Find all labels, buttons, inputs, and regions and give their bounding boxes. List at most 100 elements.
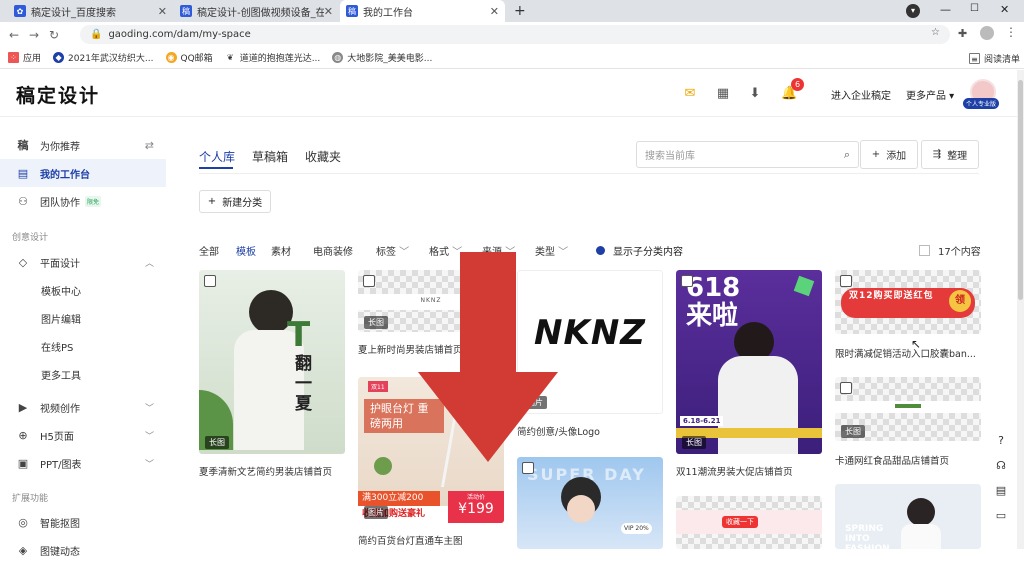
tab-search-icon[interactable]: ▾ [906,4,920,18]
close-icon[interactable]: ✕ [324,5,333,18]
template-card[interactable]: SUPER DAY VIP 20% [517,457,663,549]
document-icon[interactable]: ▤ [992,482,1010,500]
bookmark-item[interactable]: ◍ 大地影院_美美电影... [332,51,432,64]
help-icon[interactable]: ? [992,432,1010,450]
sidebar-item-cutout[interactable]: ◎ 智能抠图 [0,508,166,536]
close-icon[interactable]: ✕ [490,5,499,18]
card-subhead: 翻一夏 [295,354,312,414]
star-icon[interactable]: ☆ [931,27,940,38]
filter-templates[interactable]: 模板 [236,243,256,258]
card-thumbnail: SUPER DAY VIP 20% [517,457,663,549]
show-subcategory-toggle[interactable]: 显示子分类内容 [596,243,683,258]
reload-icon[interactable]: ↻ [44,28,64,42]
tab-drafts[interactable]: 草稿箱 [252,148,288,165]
template-card[interactable]: 收藏一下 [676,496,822,549]
bookmark-item[interactable]: ◉ QQ邮箱 [165,51,213,64]
download-icon[interactable]: ⬇ [747,86,763,102]
forward-icon[interactable]: → [24,28,44,42]
minimize-icon[interactable]: — [940,3,951,16]
chevron-down-icon: ﹀ [396,247,410,258]
page-scrollbar[interactable] [1017,70,1024,549]
sidebar-item-team[interactable]: ⚇ 团队协作 限免 [0,187,166,215]
sidebar-subitem-more-tools[interactable]: 更多工具 [0,360,166,388]
price-value: ¥199 [458,501,494,517]
active-tab-indicator [199,167,233,169]
chevron-down-icon: ﹀ [144,459,154,470]
reading-list[interactable]: ≡ 阅读清单 [968,52,1020,65]
enterprise-link[interactable]: 进入企业稿定 [831,87,891,102]
bookmark-item[interactable]: ❦ 道道的抱抱莲光达... [224,51,320,64]
sidebar-item-workspace[interactable]: ▤ 我的工作台 [0,159,166,187]
bookmark-label: 大地影院_美美电影... [347,54,433,64]
sidebar-item-ppt[interactable]: ▣ PPT/图表 ﹀ [0,449,166,477]
organize-button[interactable]: ⇶ 整理 [921,140,979,169]
sidebar-item-graphic[interactable]: ◇ 平面设计 ︿ [0,248,166,276]
new-category-button[interactable]: + 新建分类 [199,190,271,213]
tab-title: 稿定设计-创图做视频设备_在线设计... [197,7,324,19]
search-icon[interactable]: ⌕ [844,148,850,162]
template-icon [363,275,375,287]
sidebar-item-h5[interactable]: ⊕ H5页面 ﹀ [0,421,166,449]
template-card[interactable]: SPRING INTO FASHION [835,484,981,549]
browser-menu-icon[interactable]: ⋮ [1005,25,1017,39]
chat-icon[interactable]: ▭ [992,507,1010,525]
add-button[interactable]: + 添加 [860,140,918,169]
template-card[interactable]: 618 来啦 6.18-6.21 长图 双11潮流男装大促店铺首页 [676,270,822,480]
sidebar-item-motion[interactable]: ◈ 图键动态 [0,536,166,564]
bookmark-label: 应用 [23,54,42,64]
calendar-icon[interactable]: ▦ [715,86,731,102]
sidebar-item-label: 平面设计 [40,258,80,270]
sidebar-item-video[interactable]: ▶ 视频创作 ﹀ [0,393,166,421]
filter-all[interactable]: 全部 [199,243,219,258]
sidebar-subitem-online-ps[interactable]: 在线PS [0,332,166,360]
notification-badge: 6 [791,78,804,91]
bookmark-item[interactable]: ◆ 2021年武汉纺织大... [53,51,154,64]
browser-tab-baidu[interactable]: ✿ 稿定设计_百度搜索 ✕ [8,0,173,22]
browser-tab-workspace[interactable]: 稿 我的工作台 ✕ [340,0,505,22]
more-products-menu[interactable]: 更多产品 ▾ [906,87,954,102]
scrollbar-thumb[interactable] [1018,80,1023,300]
brand-mark [895,404,921,408]
settings-toggle-icon[interactable]: ⇄ [145,139,154,152]
select-all-checkbox[interactable] [919,245,930,256]
library-search-input[interactable]: 搜索当前库 ⌕ [636,141,859,168]
mail-icon[interactable]: ✉ [682,86,698,102]
sidebar: 稿 为你推荐 ⇄ ▤ 我的工作台 ⚇ 团队协作 限免 创意设计 ◇ 平面设计 ︿… [0,118,166,558]
new-tab-button[interactable]: + [508,0,528,22]
maximize-icon[interactable]: ☐ [970,3,979,14]
card-title: 卡通网红食品甜品店铺首页 [835,456,950,467]
extensions-icon[interactable]: ✚ [958,27,967,40]
filter-ecommerce[interactable]: 电商装修 [313,243,353,258]
window-close-icon[interactable]: ✕ [1000,3,1009,16]
filter-tags-dropdown[interactable]: 标签 ﹀ [376,243,409,258]
type-tag: 长图 [364,316,388,329]
item-count[interactable]: 17个内容 [919,243,981,258]
profile-icon[interactable] [980,26,994,40]
template-card[interactable]: 双12购买即送红包 领 限时满减促销活动入口胶囊ban... [835,270,981,360]
reading-list-label: 阅读清单 [983,55,1020,65]
chevron-down-icon: ﹀ [144,403,154,414]
browser-tab-bar: ✿ 稿定设计_百度搜索 ✕ 稿 稿定设计-创图做视频设备_在线设计... ✕ 稿… [0,0,1024,22]
card-title: 简约百货台灯直通车主图 [358,536,463,547]
headset-icon[interactable]: ☊ [992,457,1010,475]
sidebar-subitem-templates[interactable]: 模板中心 [0,276,166,304]
sidebar-item-label: 为你推荐 [40,141,80,153]
back-icon[interactable]: ← [4,28,24,42]
ppt-icon: ▣ [17,456,29,470]
new-category-label: 新建分类 [222,198,263,209]
template-card[interactable]: T 翻一夏 长图 夏季清新文艺简约男装店铺首页 [199,270,345,480]
tab-favorites[interactable]: 收藏夹 [305,148,341,165]
url-field[interactable]: 🔒 gaoding.com/dam/my-space ☆ [80,25,950,44]
card-headline: SPRING INTO FASHION [845,524,890,549]
card-headline: T [287,315,311,355]
template-card[interactable]: 长图 卡通网红食品甜品店铺首页 [835,377,981,467]
site-logo[interactable]: 稿定设计 [16,81,100,108]
bookmark-apps[interactable]: ⁘ 应用 [8,51,41,64]
banner-text: 收藏一下 [722,516,758,528]
browser-tab-gaoding[interactable]: 稿 稿定设计-创图做视频设备_在线设计... ✕ [174,0,339,22]
filter-materials[interactable]: 素材 [271,243,291,258]
tab-personal-library[interactable]: 个人库 [199,148,235,165]
close-icon[interactable]: ✕ [158,5,167,18]
sidebar-item-recommend[interactable]: 稿 为你推荐 ⇄ [0,131,166,159]
sidebar-subitem-image-edit[interactable]: 图片编辑 [0,304,166,332]
